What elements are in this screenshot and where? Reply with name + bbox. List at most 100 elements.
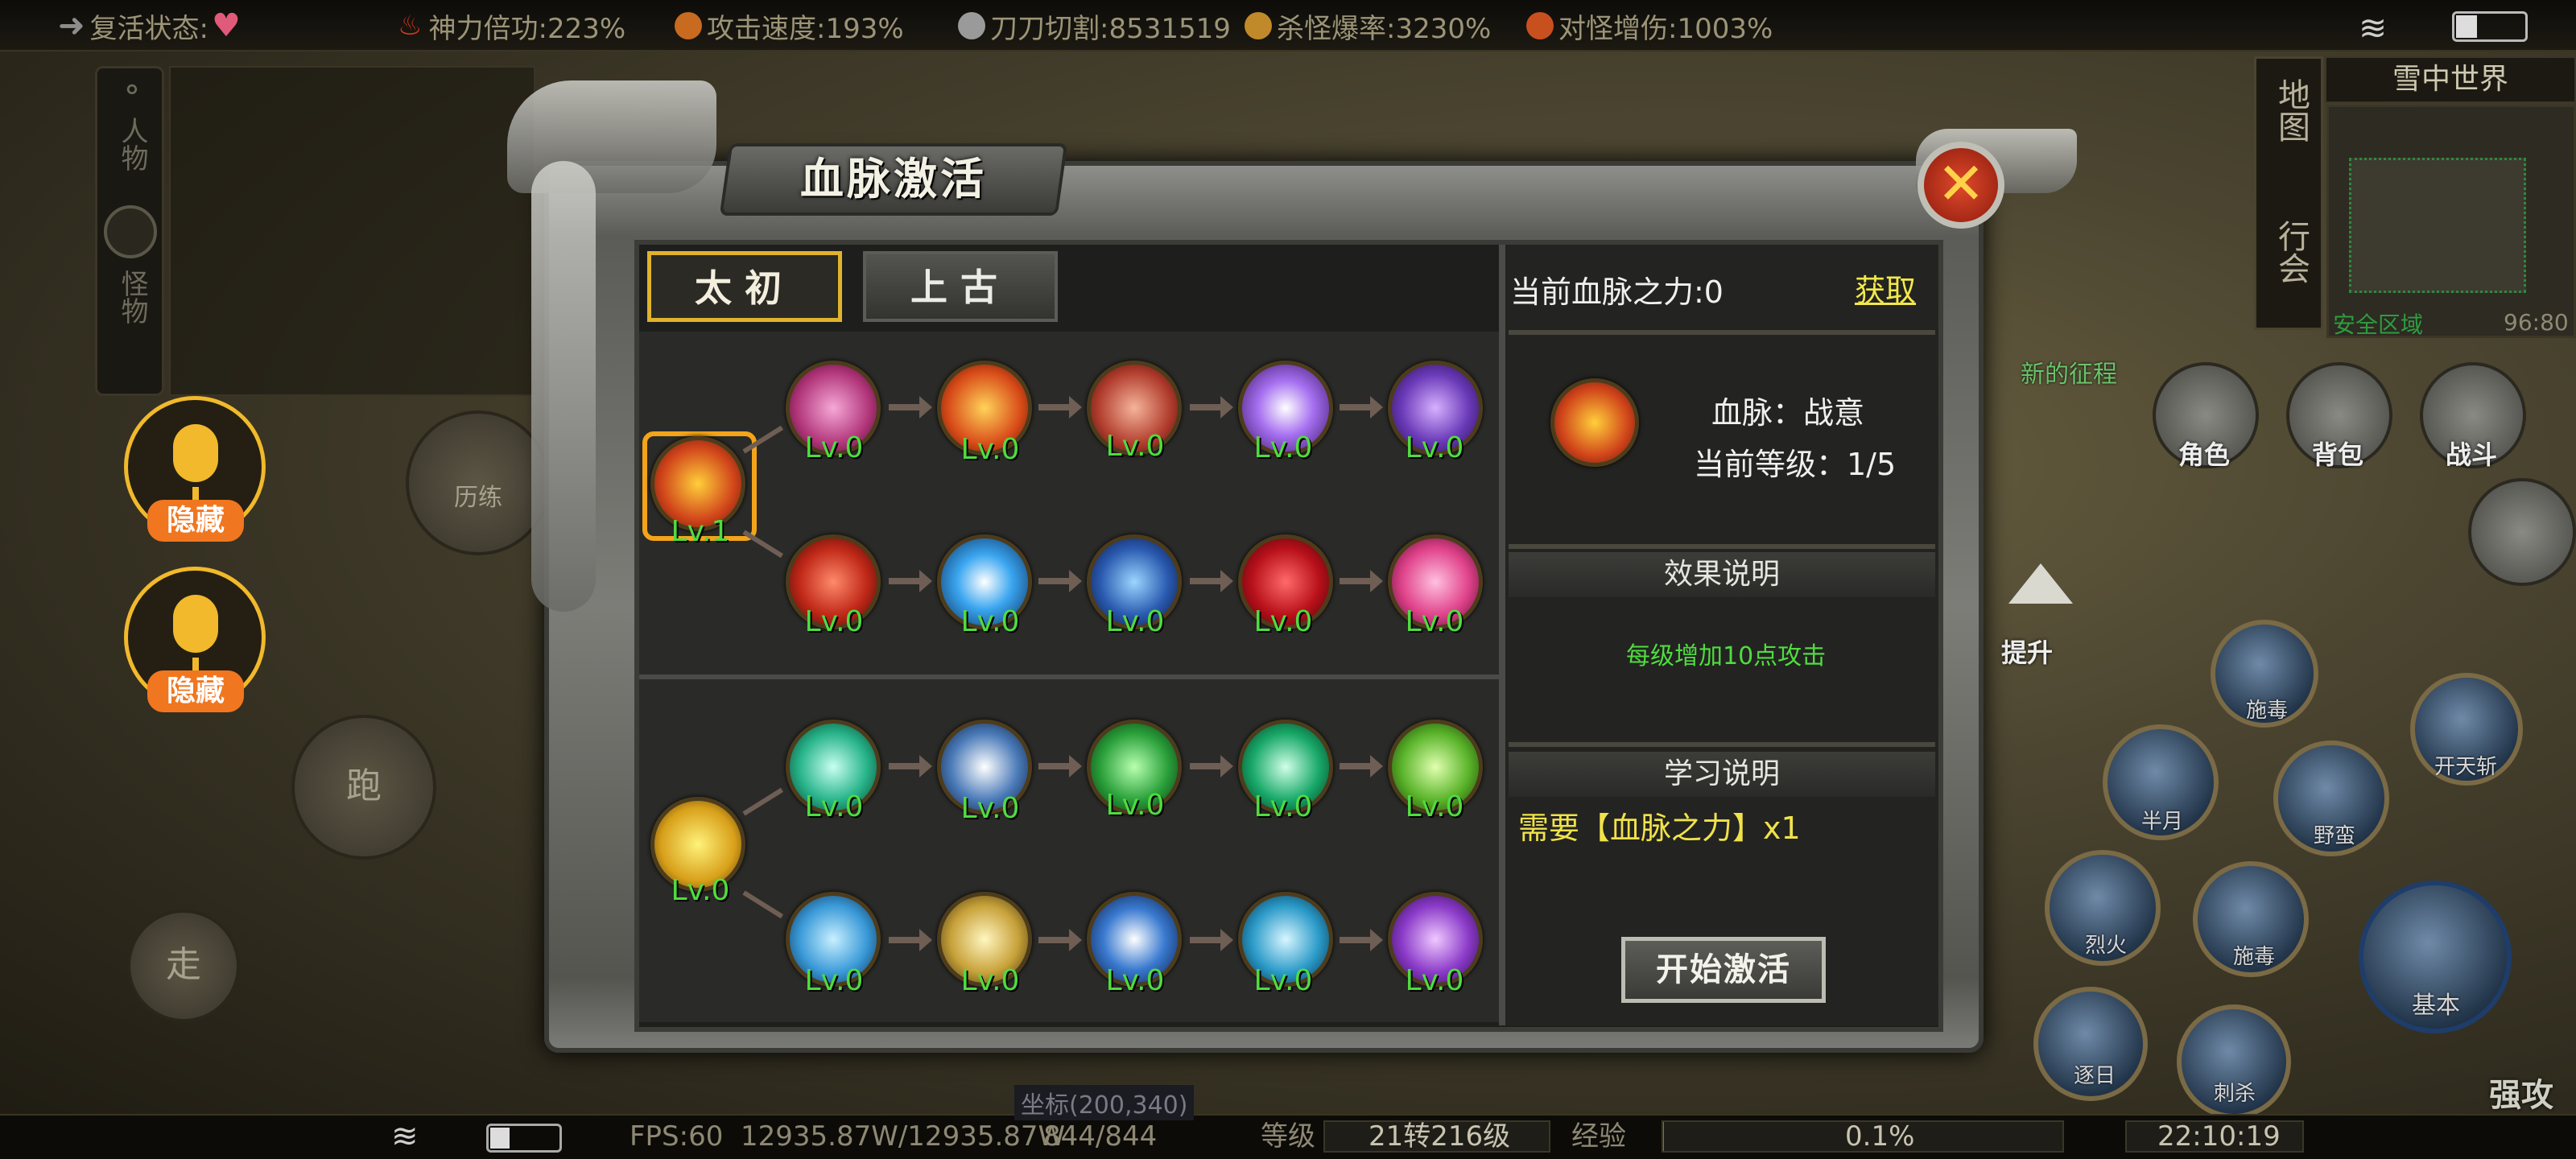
tab-shanggu[interactable]: 上古: [863, 251, 1058, 322]
person-tab-label: 人物: [116, 117, 148, 171]
learn-text: 需要【血脉之力】x1: [1518, 810, 1801, 846]
node-level: Lv.0: [1405, 790, 1464, 823]
panel-divider: [1499, 245, 1505, 1025]
tab-taichu[interactable]: 太初: [647, 251, 842, 322]
obtain-link[interactable]: 获取: [1855, 266, 1916, 310]
dragon-body-ornament: [531, 161, 596, 612]
arrow-icon: [1340, 396, 1383, 419]
hide-button-1[interactable]: 隐藏: [147, 500, 244, 542]
lion-icon: [1245, 12, 1272, 39]
voice-mic-2[interactable]: 隐藏: [124, 567, 266, 712]
guild-tab[interactable]: 行会: [2256, 220, 2326, 290]
power-stat: ♨ 神力倍功:223%: [398, 8, 625, 45]
selected-bloodline-icon: [1550, 378, 1639, 467]
node-level: Lv.0: [960, 792, 1020, 825]
arrow-icon: [1038, 755, 1082, 777]
skill-label: 施毒: [2233, 945, 2276, 969]
monster-dmg-label: 对怪增伤:1003%: [1558, 12, 1773, 45]
bloodline-info-panel: [1505, 245, 1938, 1025]
atk-speed-label: 攻击速度:193%: [707, 12, 904, 45]
skill-label: 半月: [2141, 810, 2184, 834]
skull-icon: [958, 12, 985, 39]
map-tab-label: 地图: [2273, 78, 2310, 142]
arrow-icon: [889, 929, 932, 951]
activate-button[interactable]: 开始激活: [1621, 937, 1826, 1003]
monster-tab[interactable]: 怪物: [97, 270, 167, 332]
node-level: Lv.0: [804, 431, 864, 464]
node-level: Lv.0: [1105, 964, 1165, 997]
sword-icon: [1526, 12, 1554, 39]
node-level: Lv.1: [671, 515, 730, 548]
fps-readout: FPS:60: [630, 1120, 724, 1153]
game-screen: ➜ 复活状态: ♥ ♨ 神力倍功:223% 攻击速度:193% 刀刀切割:853…: [0, 0, 2576, 1159]
level-label: 等级: [1261, 1120, 1315, 1153]
npc-name: 新的征程: [2021, 361, 2117, 389]
fight-label: 战斗: [2446, 439, 2498, 470]
arrow-icon: [1190, 570, 1233, 592]
voice-mic-1[interactable]: 隐藏: [124, 396, 266, 542]
drop-rate-stat: 杀怪爆率:3230%: [1245, 8, 1491, 45]
effect-text: 每级增加10点攻击: [1626, 642, 1827, 670]
skill-label: 野蛮: [2314, 824, 2356, 848]
toggle-icon[interactable]: [104, 205, 157, 258]
role-label: 角色: [2178, 439, 2231, 470]
microphone-icon: [173, 595, 218, 653]
separator: [1509, 330, 1935, 335]
separator: [1509, 742, 1935, 747]
hp-readout: 12935.87W/12935.87W: [741, 1120, 1066, 1153]
heart-icon: ♥: [211, 7, 241, 44]
map-guild-tabs: 地图 行会: [2254, 56, 2323, 330]
node-level: Lv.0: [804, 605, 864, 638]
arrow-icon: [889, 755, 932, 777]
strong-attack-label[interactable]: 强攻: [2489, 1069, 2553, 1116]
map-tab[interactable]: 地图: [2256, 78, 2326, 148]
node-level: Lv.0: [960, 433, 1020, 466]
history-label: 历练: [454, 484, 502, 512]
upgrade-label: 提升: [2001, 637, 2054, 668]
safe-zone-label: 安全区域: [2333, 311, 2424, 338]
hide-button-2[interactable]: 隐藏: [147, 670, 244, 712]
learn-header: 学习说明: [1509, 752, 1935, 797]
arrow-icon: [1038, 570, 1082, 592]
arrow-icon: [1190, 396, 1233, 419]
node-level: Lv.0: [671, 874, 730, 907]
separator: [1509, 544, 1935, 549]
flame-icon: ♨: [398, 10, 423, 42]
monster-dmg-stat: 对怪增伤:1003%: [1526, 8, 1773, 45]
run-button[interactable]: 跑: [291, 715, 436, 860]
arrow-icon: [1340, 570, 1383, 592]
person-tab[interactable]: 人物: [97, 117, 167, 179]
node-level: Lv.0: [1253, 431, 1313, 464]
level-value: 21转216级: [1368, 1120, 1511, 1153]
settings-diamond-button[interactable]: [2468, 478, 2576, 586]
atk-speed-stat: 攻击速度:193%: [675, 8, 904, 45]
arrow-icon: [1038, 396, 1082, 419]
arrow-icon: [1340, 755, 1383, 777]
guild-tab-label: 行会: [2273, 220, 2310, 284]
arrow-icon: [889, 570, 932, 592]
arrow-icon: [1038, 929, 1082, 951]
current-level: 当前等级：1/5: [1694, 447, 1897, 482]
dialog-title: 血脉激活: [800, 154, 987, 204]
skill-label: 逐日: [2074, 1064, 2116, 1088]
node-level: Lv.0: [804, 964, 864, 997]
walk-button[interactable]: 走: [127, 909, 240, 1022]
node-level: Lv.0: [1105, 430, 1165, 463]
history-button[interactable]: 历练: [406, 410, 551, 555]
node-level: Lv.0: [1405, 964, 1464, 997]
bag-label: 背包: [2312, 439, 2364, 470]
tree-divider: [639, 674, 1499, 679]
node-level: Lv.0: [1105, 605, 1165, 638]
clock: 22:10:19: [2157, 1120, 2281, 1153]
arrow-icon: [1340, 929, 1383, 951]
revive-label: 复活状态:: [89, 12, 208, 45]
cut-label: 刀刀切割:8531519: [990, 12, 1231, 45]
node-level: Lv.0: [1253, 790, 1313, 823]
skill-label: 烈火: [2085, 934, 2128, 958]
monster-tab-label: 怪物: [116, 270, 148, 324]
person-icon: ⚬: [119, 74, 145, 107]
skill-label: 刺杀: [2214, 1082, 2256, 1106]
close-button[interactable]: ✕: [1918, 142, 2004, 229]
arrow-icon: [1190, 755, 1233, 777]
node-level: Lv.0: [960, 964, 1020, 997]
